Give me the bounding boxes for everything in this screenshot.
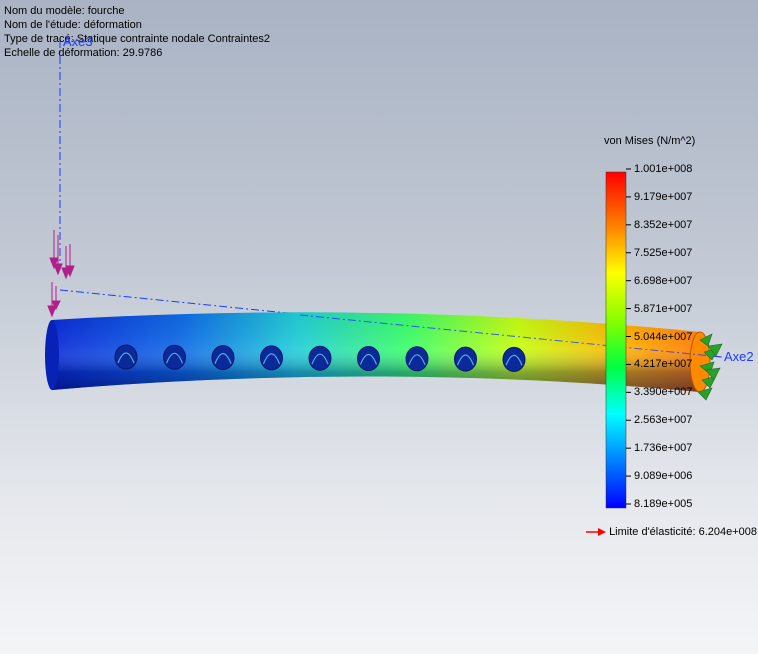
legend-colorbar [605,171,627,509]
tube-hole [114,344,138,370]
legend-tick-label: 8.352e+007 [634,218,693,231]
study-name: Nom de l'étude: déformation [4,19,142,31]
plot-type: Type de tracé: Statique contrainte nodal… [4,33,271,45]
tube-hole [502,346,526,372]
axis2-label[interactable]: Axe2 [724,349,754,364]
yield-strength-label: Limite d'élasticité: 6.204e+008 [609,526,758,538]
force-arrows[interactable] [47,230,75,318]
legend-tick-label: 2.563e+007 [634,414,693,427]
legend-tick-label: 9.089e+006 [634,470,693,483]
legend-tick-label: 4.217e+007 [634,358,693,371]
legend-title: von Mises (N/m^2) [604,135,696,147]
legend-tick-label: 9.179e+007 [634,190,693,203]
tube-hole [211,345,235,371]
tube-hole [163,344,186,370]
tube-hole [405,346,429,372]
tube-hole [260,345,283,371]
study-info: Nom du modèle: fourche Nom de l'étude: d… [4,4,270,60]
legend-tick-marks [626,168,631,505]
arrow-right-icon [586,528,606,537]
deformation-scale: Echelle de déformation: 29.9786 [4,47,163,59]
legend-tick-label: 7.525e+007 [634,246,693,259]
legend-tick-label: 6.698e+007 [634,274,693,287]
legend-tick-label: 5.044e+007 [634,330,693,343]
tube-hole [357,346,380,371]
tube-hole [308,345,332,371]
legend-tick-label: 1.736e+007 [634,442,693,455]
legend-tick-label: 3.390e+007 [634,386,693,399]
model-viewport[interactable] [0,0,758,654]
legend-tick-label: 5.871e+007 [634,302,693,315]
model-name: Nom du modèle: fourche [4,5,125,17]
tube-hole [454,346,477,372]
legend-tick-label: 8.189e+005 [634,498,693,510]
yield-strength-indicator: Limite d'élasticité: 6.204e+008 [586,526,757,538]
tube-holes [114,344,526,372]
legend-tick-label: 1.001e+008 [634,163,693,175]
axis3-label[interactable]: Axe3 [63,34,93,49]
